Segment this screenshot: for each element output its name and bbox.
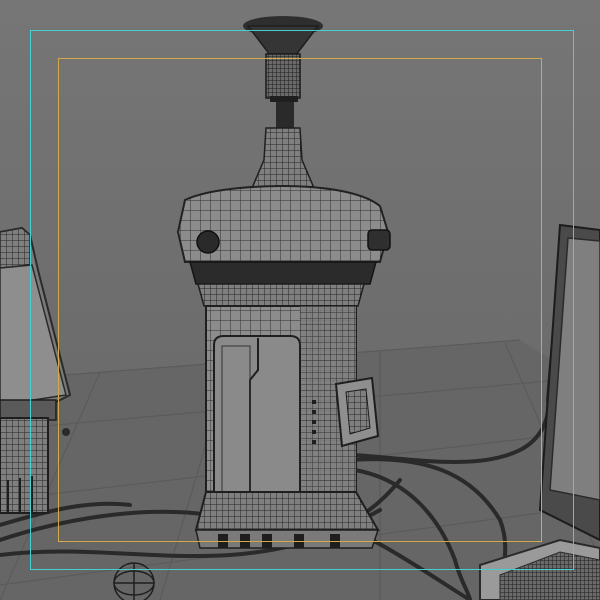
side-knob-right[interactable] — [367, 229, 391, 251]
side-knob-left[interactable] — [196, 230, 220, 254]
viewport-scene[interactable] — [0, 0, 600, 600]
3d-viewport[interactable] — [0, 0, 600, 600]
